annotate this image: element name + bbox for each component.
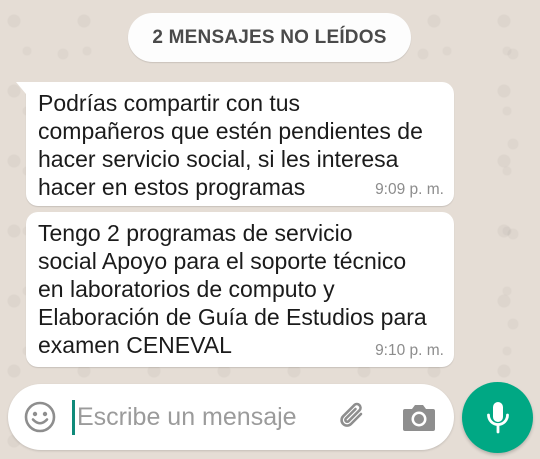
incoming-message-bubble[interactable]: Podrías compartir con tus compañeros que… <box>16 82 454 206</box>
camera-icon[interactable] <box>401 400 437 434</box>
microphone-button[interactable] <box>462 382 533 453</box>
message-composer <box>8 384 454 450</box>
emoji-icon[interactable] <box>23 400 57 434</box>
message-timestamp: 9:09 p. m. <box>375 181 444 198</box>
unread-messages-label: 2 MENSAJES NO LEÍDOS <box>152 26 387 48</box>
incoming-message-bubble[interactable]: Tengo 2 programas de servicio social Apo… <box>26 212 454 367</box>
microphone-icon <box>486 401 509 433</box>
message-timestamp: 9:10 p. m. <box>375 342 444 359</box>
paperclip-icon[interactable] <box>334 398 372 436</box>
text-cursor <box>72 400 75 435</box>
message-text: Tengo 2 programas de servicio social Apo… <box>38 220 427 358</box>
message-input[interactable] <box>77 396 327 438</box>
unread-messages-banner: 2 MENSAJES NO LEÍDOS <box>128 13 411 62</box>
